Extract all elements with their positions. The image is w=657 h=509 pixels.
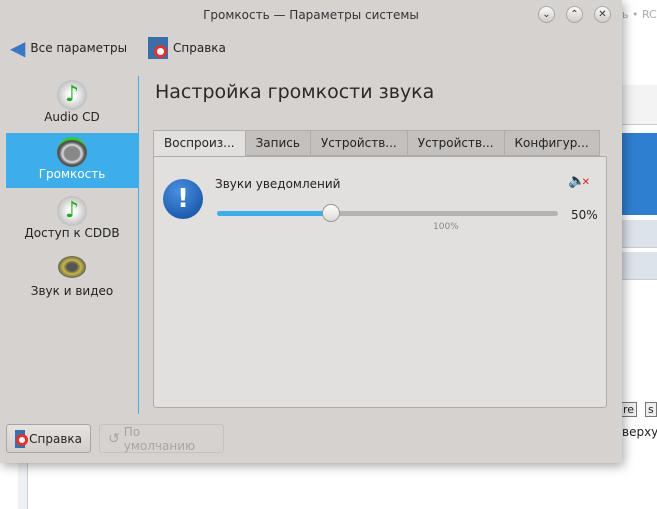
back-all-settings-button[interactable]: ◀ Все параметры	[10, 36, 127, 60]
audio-cd-icon: ♪	[57, 80, 87, 110]
defaults-button[interactable]: ↺ По умолчанию	[99, 424, 224, 453]
help-label: Справка	[173, 41, 226, 55]
tab-bar: Воспроиз... Запись Устройств... Устройст…	[153, 130, 600, 157]
background-text: s	[645, 402, 657, 417]
sidebar-item-label: Громкость	[38, 167, 106, 181]
help-label: Справка	[29, 431, 82, 446]
close-button[interactable]: ✕	[594, 6, 611, 23]
tab-input-devices[interactable]: Устройств...	[407, 130, 505, 156]
sidebar-item-sound-video[interactable]: Звук и видео	[6, 256, 138, 302]
reset-icon: ↺	[108, 430, 120, 447]
help-lifebuoy-icon	[148, 37, 168, 59]
sidebar-item-cddb[interactable]: ♪ Доступ к CDDB	[6, 196, 138, 248]
back-label: Все параметры	[30, 41, 128, 55]
info-icon: !	[163, 179, 203, 219]
settings-window: Громкость — Параметры системы ⌄ ⌃ ✕ ◀ Вс…	[0, 0, 622, 463]
sidebar-divider	[138, 76, 139, 414]
window-title: Громкость — Параметры системы	[203, 8, 419, 22]
minimize-button[interactable]: ⌄	[538, 6, 555, 23]
sound-video-icon	[58, 256, 86, 278]
playback-panel: ! Звуки уведомлений 🔈 ✕ 100% 50%	[153, 156, 607, 408]
sidebar-item-volume[interactable]: Громкость	[6, 133, 138, 188]
tab-playback[interactable]: Воспроиз...	[153, 130, 246, 157]
page-title: Настройка громкости звука	[155, 81, 435, 103]
stream-name: Звуки уведомлений	[215, 177, 341, 191]
tab-output-devices[interactable]: Устройств...	[310, 130, 408, 156]
volume-slider-handle[interactable]	[321, 204, 340, 222]
sidebar-item-label: Доступ к CDDB	[24, 226, 120, 240]
volume-speaker-icon	[57, 137, 87, 167]
volume-slider-fill	[217, 211, 331, 216]
help-lifebuoy-icon	[15, 429, 28, 448]
arrow-left-icon: ◀	[10, 36, 26, 60]
volume-percent: 50%	[571, 208, 598, 222]
volume-max-mark: 100%	[433, 222, 459, 232]
sidebar-item-label: Звук и видео	[30, 284, 114, 298]
background-text: re	[620, 402, 638, 417]
tab-recording[interactable]: Запись	[245, 130, 311, 156]
sidebar-item-label: Audio CD	[44, 110, 100, 124]
help-toolbar-button[interactable]: Справка	[148, 36, 226, 60]
sidebar-item-audio-cd[interactable]: ♪ Audio CD	[6, 80, 138, 132]
background-title: ь • RC	[622, 8, 657, 21]
muted-x-icon: ✕	[581, 177, 590, 188]
volume-slider[interactable]	[217, 204, 558, 222]
background-text: верху	[622, 425, 657, 439]
sidebar: ♪ Audio CD Громкость ♪ Доступ к CDDB Зву…	[6, 76, 138, 410]
help-button[interactable]: Справка	[6, 424, 91, 453]
tab-configuration[interactable]: Конфигур...	[504, 130, 600, 156]
defaults-label: По умолчанию	[123, 424, 196, 453]
mute-button[interactable]: 🔈 ✕	[568, 173, 590, 193]
maximize-button[interactable]: ⌃	[566, 6, 583, 23]
cddb-icon: ♪	[57, 196, 87, 226]
